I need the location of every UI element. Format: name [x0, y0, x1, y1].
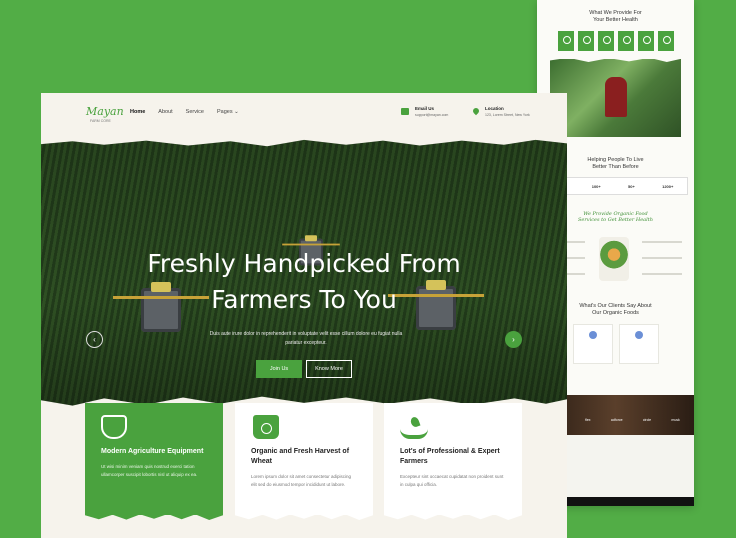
email-value[interactable]: support@mayan.com	[415, 113, 448, 117]
location-label: Location	[485, 106, 504, 111]
feature-card-farmers[interactable]: Lot's of Professional & Expert Farmers E…	[384, 403, 522, 515]
partner-logo: circle	[642, 418, 652, 422]
join-us-button[interactable]: Join Us	[256, 360, 302, 378]
next-slide-arrow-icon[interactable]: ›	[505, 331, 522, 348]
location-pin-icon	[471, 106, 481, 116]
service-icon	[577, 31, 594, 51]
service-icon	[557, 31, 574, 51]
menu-item-service[interactable]: Service	[186, 109, 204, 115]
hand-plant-icon	[400, 415, 428, 439]
menu-item-about[interactable]: About	[158, 109, 172, 115]
site-logo[interactable]: Mayan	[86, 105, 124, 118]
main-menu: Home About Service Pages ⌄	[130, 109, 239, 115]
service-icon	[597, 31, 614, 51]
feature-text: Lorem ipsum dolor sit amet consectetur a…	[251, 474, 352, 487]
navbar: Mayan FARM CORE Home About Service Pages…	[41, 93, 567, 143]
prev-slide-arrow-icon[interactable]: ‹	[86, 331, 103, 348]
testimonial-card	[618, 324, 659, 364]
know-more-button[interactable]: Know More	[306, 360, 352, 378]
produce-image	[599, 237, 629, 281]
feature-title: Organic and Fresh Harvest of Wheat	[251, 448, 350, 465]
feature-title: Modern Agriculture Equipment	[101, 448, 204, 455]
avatar	[634, 331, 643, 339]
menu-item-pages[interactable]: Pages ⌄	[217, 109, 239, 115]
avatar	[588, 331, 597, 339]
feature-title: Lot's of Professional & Expert Farmers	[400, 448, 500, 465]
email-contact: Email Us support@mayan.com	[401, 106, 448, 117]
partner-logo: flex	[585, 418, 591, 422]
menu-item-home[interactable]: Home	[130, 109, 145, 115]
service-icon	[657, 31, 674, 51]
preview-heading: What We Provide For	[589, 10, 642, 16]
feature-text: Excepteur sint occaecat cupidatat non pr…	[400, 474, 504, 487]
feature-text: Ut wisi minim veniam quis nostrud exerci…	[101, 464, 198, 477]
partner-logo: adforce	[610, 418, 623, 422]
stat-value: 1200+	[662, 183, 674, 189]
preview-heading-2: Your Better Health	[593, 17, 638, 23]
preview-farmer-photo	[550, 59, 681, 137]
stat-value: 50+	[628, 183, 635, 189]
location-value: 123, Lorem Street, New York	[485, 113, 530, 117]
hero-banner: Freshly Handpicked From Farmers To You D…	[41, 138, 567, 430]
service-icon	[617, 31, 634, 51]
hero-title-line-1: Freshly Handpicked From	[147, 249, 461, 278]
partner-logo: musk	[671, 418, 680, 422]
main-page: Freshly Handpicked From Farmers To You D…	[41, 93, 567, 538]
hero-subtitle: Duis aute irure dolor in reprehenderit i…	[209, 331, 403, 346]
mail-icon	[401, 108, 409, 115]
testimonial-card	[572, 324, 613, 364]
stat-value: 100+	[591, 183, 601, 189]
logo-tagline: FARM CORE	[90, 119, 111, 123]
hero-title-line-2: Farmers To You	[211, 285, 397, 314]
feature-card-harvest[interactable]: Organic and Fresh Harvest of Wheat Lorem…	[235, 403, 373, 515]
service-icon	[637, 31, 654, 51]
hero-title: Freshly Handpicked From Farmers To You	[41, 246, 567, 318]
wheat-bag-icon	[253, 415, 279, 439]
feature-card-equipment[interactable]: Modern Agriculture Equipment Ut wisi min…	[85, 403, 223, 515]
tractor-icon	[101, 415, 127, 439]
email-label: Email Us	[415, 106, 435, 111]
location-contact: Location 123, Lorem Street, New York	[471, 106, 530, 117]
preview-service-icons	[537, 31, 694, 51]
